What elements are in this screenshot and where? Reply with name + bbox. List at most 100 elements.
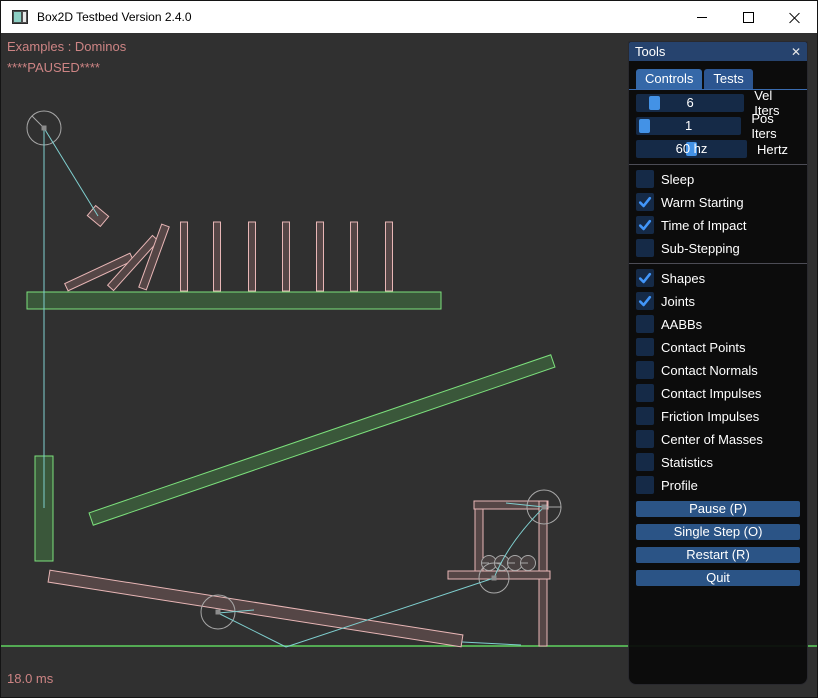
checkbox-label: Contact Points bbox=[661, 340, 746, 355]
standing-domino bbox=[181, 222, 188, 291]
tools-panel-title: Tools bbox=[635, 44, 665, 59]
checkbox-label: Friction Impulses bbox=[661, 409, 759, 424]
checkbox-box[interactable] bbox=[636, 407, 654, 425]
checkbox-box[interactable] bbox=[636, 292, 654, 310]
checkbox-box[interactable] bbox=[636, 170, 654, 188]
dynamic-bodies bbox=[48, 206, 550, 647]
pos-iters-slider[interactable]: 1 bbox=[636, 117, 741, 135]
checkbox-label: Contact Normals bbox=[661, 363, 758, 378]
sub-stepping-checkbox[interactable]: Sub-Stepping bbox=[636, 239, 800, 257]
example-label: Examples : Dominos bbox=[7, 39, 126, 54]
frame-shelf bbox=[448, 571, 550, 579]
separator bbox=[629, 263, 807, 264]
shapes-checkbox[interactable]: Shapes bbox=[636, 269, 800, 287]
quit-button[interactable]: Quit bbox=[636, 570, 800, 586]
checkbox-box[interactable] bbox=[636, 338, 654, 356]
paused-label: ****PAUSED**** bbox=[7, 60, 100, 75]
slider-label: Pos Iters bbox=[751, 111, 800, 141]
checkbox-label: Joints bbox=[661, 294, 695, 309]
vel-iters-slider[interactable]: 6 bbox=[636, 94, 744, 112]
frame-time-label: 18.0 ms bbox=[7, 671, 53, 686]
simulation-canvas[interactable]: Examples : Dominos ****PAUSED**** 18.0 m… bbox=[1, 33, 818, 698]
contact-points-checkbox[interactable]: Contact Points bbox=[636, 338, 800, 356]
checkbox-box[interactable] bbox=[636, 361, 654, 379]
checkbox-label: Warm Starting bbox=[661, 195, 744, 210]
sliders: 6Vel Iters1Pos Iters60 hzHertz bbox=[636, 94, 800, 158]
checkbox-box[interactable] bbox=[636, 476, 654, 494]
action-buttons: Pause (P) Single Step (O) Restart (R) Quit bbox=[636, 501, 800, 586]
profile-checkbox[interactable]: Profile bbox=[636, 476, 800, 494]
single-step-o-button[interactable]: Single Step (O) bbox=[636, 524, 800, 540]
standing-domino bbox=[351, 222, 358, 291]
close-button[interactable] bbox=[771, 1, 817, 33]
checkbox-box[interactable] bbox=[636, 384, 654, 402]
contact-impulses-checkbox[interactable]: Contact Impulses bbox=[636, 384, 800, 402]
standing-domino bbox=[386, 222, 393, 291]
minimize-button[interactable] bbox=[679, 1, 725, 33]
slider-value: 60 hz bbox=[636, 140, 747, 158]
cradle-balls bbox=[482, 556, 536, 571]
checkbox-box[interactable] bbox=[636, 239, 654, 257]
pendulum-box-joint bbox=[44, 128, 98, 216]
warm-starting-checkbox[interactable]: Warm Starting bbox=[636, 193, 800, 211]
window-title: Box2D Testbed Version 2.4.0 bbox=[37, 10, 192, 24]
center-markers bbox=[42, 126, 547, 615]
checkbox-box[interactable] bbox=[636, 315, 654, 333]
maximize-button[interactable] bbox=[725, 1, 771, 33]
center-of-masses-checkbox[interactable]: Center of Masses bbox=[636, 430, 800, 448]
hertz-slider[interactable]: 60 hz bbox=[636, 140, 747, 158]
checkbox-label: AABBs bbox=[661, 317, 702, 332]
maximize-icon bbox=[743, 12, 754, 23]
checkbox-group-1: Shapes Joints AABBs Contact Points Contact N… bbox=[636, 269, 800, 494]
minimize-icon bbox=[697, 17, 707, 18]
check-icon bbox=[637, 217, 653, 233]
close-icon bbox=[789, 12, 800, 23]
slider-value: 6 bbox=[636, 94, 744, 112]
standing-domino bbox=[249, 222, 256, 291]
standing-domino bbox=[317, 222, 324, 291]
cradle-frame bbox=[448, 501, 550, 646]
tools-panel-close-icon[interactable]: ✕ bbox=[791, 46, 801, 58]
statistics-checkbox[interactable]: Statistics bbox=[636, 453, 800, 471]
checkbox-label: Contact Impulses bbox=[661, 386, 761, 401]
slider-row-pos-iters: 1Pos Iters bbox=[636, 117, 800, 135]
checkbox-group-0: Sleep Warm Starting Time of Impact Sub-Step… bbox=[636, 170, 800, 257]
checkbox-box[interactable] bbox=[636, 269, 654, 287]
tools-panel: Tools ✕ ControlsTests 6Vel Iters1Pos Ite… bbox=[628, 41, 808, 685]
checkbox-label: Center of Masses bbox=[661, 432, 763, 447]
pause-p-button[interactable]: Pause (P) bbox=[636, 501, 800, 517]
domino-platform bbox=[27, 292, 441, 309]
standing-domino bbox=[214, 222, 221, 291]
restart-r-button[interactable]: Restart (R) bbox=[636, 547, 800, 563]
checkbox-label: Time of Impact bbox=[661, 218, 746, 233]
checkbox-label: Shapes bbox=[661, 271, 705, 286]
checkbox-box[interactable] bbox=[636, 193, 654, 211]
checkbox-box[interactable] bbox=[636, 216, 654, 234]
window-controls bbox=[679, 1, 817, 33]
slider-row-hertz: 60 hzHertz bbox=[636, 140, 800, 158]
check-icon bbox=[637, 293, 653, 309]
separator bbox=[629, 164, 807, 165]
tools-panel-titlebar[interactable]: Tools ✕ bbox=[629, 42, 807, 61]
checkbox-box[interactable] bbox=[636, 430, 654, 448]
checkbox-label: Statistics bbox=[661, 455, 713, 470]
checkbox-box[interactable] bbox=[636, 453, 654, 471]
friction-impulses-checkbox[interactable]: Friction Impulses bbox=[636, 407, 800, 425]
tab-bar: ControlsTests bbox=[629, 69, 807, 90]
slider-value: 1 bbox=[636, 117, 741, 135]
check-icon bbox=[637, 194, 653, 210]
slider-row-vel-iters: 6Vel Iters bbox=[636, 94, 800, 112]
tools-panel-body: ControlsTests 6Vel Iters1Pos Iters60 hzH… bbox=[629, 69, 807, 586]
tab-tests[interactable]: Tests bbox=[704, 69, 752, 89]
checkbox-label: Sub-Stepping bbox=[661, 241, 740, 256]
time-of-impact-checkbox[interactable]: Time of Impact bbox=[636, 216, 800, 234]
sleep-checkbox[interactable]: Sleep bbox=[636, 170, 800, 188]
frame-top-bar bbox=[474, 501, 548, 509]
ground-joint bbox=[462, 642, 521, 645]
aabbs-checkbox[interactable]: AABBs bbox=[636, 315, 800, 333]
app-window: Box2D Testbed Version 2.4.0 bbox=[0, 0, 818, 698]
standing-domino bbox=[283, 222, 290, 291]
joints-checkbox[interactable]: Joints bbox=[636, 292, 800, 310]
contact-normals-checkbox[interactable]: Contact Normals bbox=[636, 361, 800, 379]
tab-controls[interactable]: Controls bbox=[636, 69, 702, 89]
